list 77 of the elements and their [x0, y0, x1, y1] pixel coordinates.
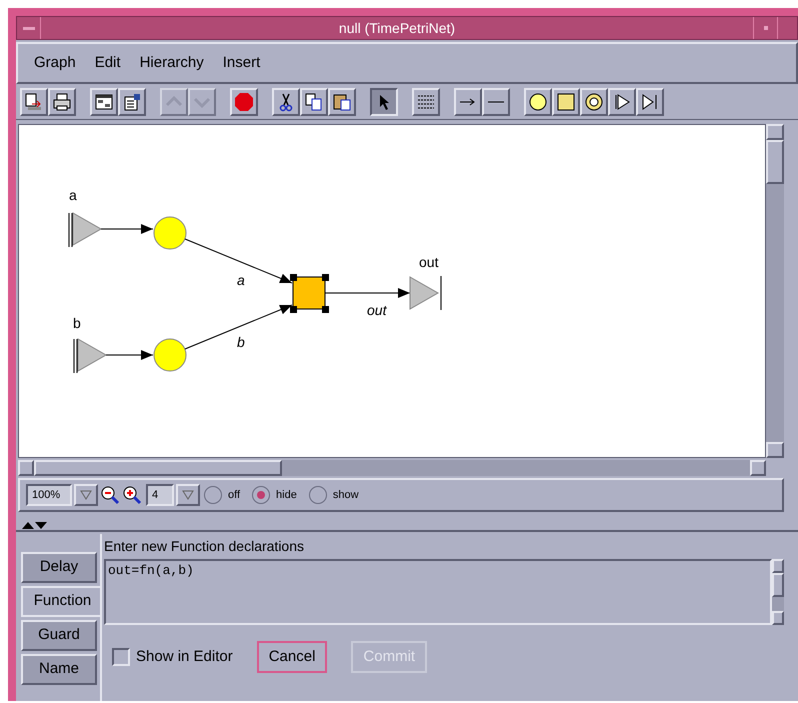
- zoom-out-button[interactable]: [100, 484, 120, 506]
- zoom-dropdown-button[interactable]: [74, 484, 98, 506]
- properties-tool-button[interactable]: [118, 88, 146, 116]
- editor-tab[interactable]: Function: [21, 586, 102, 617]
- text-tool-button[interactable]: [412, 88, 440, 116]
- ring-tool-button[interactable]: [580, 88, 608, 116]
- caret-down-icon: [80, 490, 92, 500]
- place-tool-button[interactable]: [524, 88, 552, 116]
- checkbox[interactable]: [112, 648, 130, 666]
- arc-arrow: [106, 350, 154, 360]
- radio-label: show: [332, 488, 359, 503]
- radio-button[interactable]: [308, 486, 327, 504]
- radio-button[interactable]: [252, 486, 270, 504]
- editor-tab[interactable]: Guard: [21, 620, 97, 651]
- window-diagram-icon: [94, 92, 114, 112]
- zoom-in-button[interactable]: [122, 484, 142, 506]
- editor-tab[interactable]: Name: [21, 654, 97, 685]
- window-title: null (TimePetriNet): [338, 18, 456, 38]
- editor-tab[interactable]: Delay: [21, 552, 97, 583]
- text-area-scrollbar[interactable]: [772, 559, 784, 625]
- grid-dropdown-button[interactable]: [176, 484, 200, 506]
- menu-item[interactable]: Graph: [34, 52, 76, 74]
- transition-tool-button[interactable]: [552, 88, 580, 116]
- caret-down-icon: [182, 490, 194, 500]
- zoom-field[interactable]: 100%: [26, 484, 72, 506]
- print-tool-button[interactable]: [48, 88, 76, 116]
- pointer-tool-button[interactable]: [370, 88, 398, 116]
- circle-icon: [528, 92, 548, 112]
- zoom-out-icon: [100, 485, 120, 505]
- zoom-in-icon: [122, 485, 142, 505]
- layout-tool-button[interactable]: [90, 88, 118, 116]
- menu-item[interactable]: Insert: [222, 52, 260, 74]
- port-label: b: [73, 315, 81, 331]
- port-label: a: [69, 187, 77, 203]
- function-text-area[interactable]: out=fn(a,b): [104, 559, 772, 625]
- horizontal-scrollbar[interactable]: [18, 460, 766, 476]
- document-arrow-icon: [24, 92, 44, 112]
- ring-icon: [584, 92, 604, 112]
- input-port: [74, 338, 107, 374]
- menu-item[interactable]: Hierarchy: [140, 52, 204, 74]
- place-node: [154, 216, 186, 250]
- arc-label: b: [237, 334, 245, 350]
- stop-tool-button[interactable]: [230, 88, 258, 116]
- input-port: [68, 212, 102, 248]
- paste-tool-button[interactable]: [328, 88, 356, 116]
- arc-label: a: [237, 272, 245, 288]
- printer-icon: [52, 92, 72, 112]
- port-label: out: [419, 254, 438, 270]
- copy-tool-button[interactable]: [300, 88, 328, 116]
- graph-canvas[interactable]: a b a b out out: [18, 124, 766, 458]
- radio-label: off: [228, 488, 240, 503]
- form-icon: [122, 92, 142, 112]
- split-divider[interactable]: [16, 520, 798, 532]
- grid-field[interactable]: 4: [146, 484, 174, 506]
- cut-tool-button[interactable]: [272, 88, 300, 116]
- arc-tool-button[interactable]: [454, 88, 482, 116]
- arc-label: out: [367, 302, 386, 318]
- cancel-button[interactable]: Cancel: [256, 641, 328, 673]
- square-icon: [556, 92, 576, 112]
- collapse-arrows-icon: [22, 521, 48, 529]
- place-node: [154, 338, 186, 372]
- line-tool-button[interactable]: [482, 88, 510, 116]
- menu-item[interactable]: Edit: [94, 52, 121, 74]
- stop-sign-icon: [234, 92, 254, 112]
- checkbox-label: Show in Editor: [136, 646, 233, 667]
- clipboard-icon: [332, 92, 352, 112]
- port-in-tool-button[interactable]: [608, 88, 636, 116]
- import-tool-button[interactable]: [20, 88, 48, 116]
- arc-arrow: [100, 224, 154, 234]
- vertical-scrollbar[interactable]: [766, 124, 784, 458]
- radio-label: hide: [276, 488, 297, 503]
- radio-button[interactable]: [204, 486, 222, 504]
- port-out-tool-button[interactable]: [636, 88, 664, 116]
- output-port: [410, 276, 442, 310]
- copy-icon: [304, 92, 324, 112]
- line-icon: [488, 100, 504, 102]
- editor-heading: Enter new Function declarations: [104, 537, 305, 556]
